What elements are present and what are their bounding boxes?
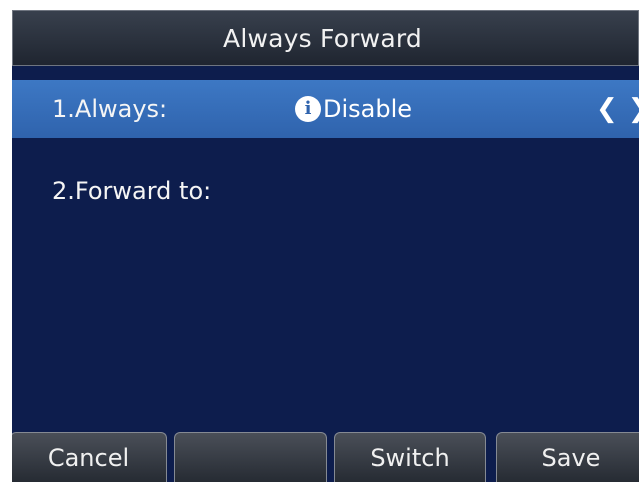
chevron-right-icon[interactable]: ❯ [628, 96, 639, 122]
chevron-left-icon[interactable]: ❮ [596, 96, 618, 122]
phone-screen: Always Forward 1.Always: i Disable ❮ ❯ 2… [0, 0, 639, 482]
menu-item-forward-to[interactable]: 2.Forward to: [12, 162, 639, 220]
menu-item-always[interactable]: 1.Always: i Disable ❮ ❯ [12, 80, 639, 138]
cancel-softkey[interactable]: Cancel [12, 432, 167, 482]
title-bar: Always Forward [12, 10, 639, 66]
save-softkey[interactable]: Save [496, 432, 639, 482]
info-icon: i [295, 96, 321, 122]
lcd-display: Always Forward 1.Always: i Disable ❮ ❯ 2… [12, 10, 639, 482]
value-arrows: ❮ ❯ [596, 96, 639, 122]
empty-softkey[interactable] [174, 432, 327, 482]
menu-item-always-label: 1.Always: [52, 95, 168, 123]
menu-item-always-value: i Disable [295, 95, 412, 123]
softkey-bar: Cancel Switch Save [12, 432, 639, 482]
switch-softkey[interactable]: Switch [334, 432, 486, 482]
menu-item-forward-to-label: 2.Forward to: [52, 177, 212, 205]
always-value-text: Disable [323, 95, 413, 123]
page-title: Always Forward [223, 23, 422, 53]
